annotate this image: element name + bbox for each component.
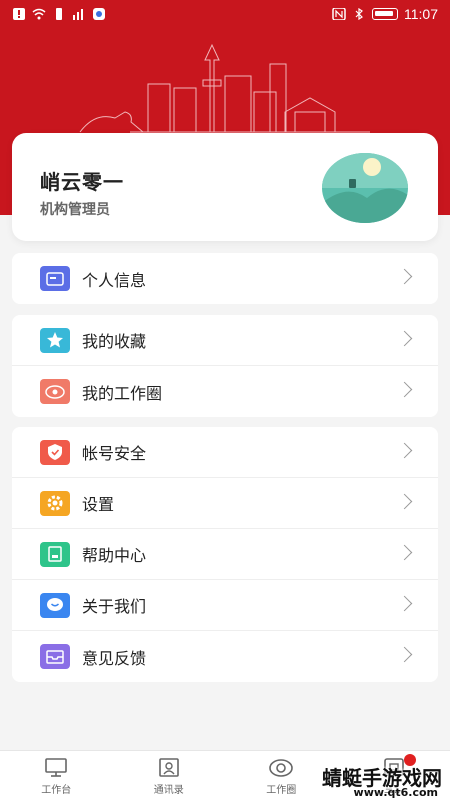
gear-icon: [40, 490, 70, 516]
bluetooth-icon: [352, 7, 366, 21]
menu-item-label: 设置: [82, 495, 115, 514]
profile-role: 机构管理员: [40, 202, 110, 218]
menu-item-label: 我的工作圈: [82, 383, 163, 403]
contacts-icon: [158, 758, 179, 777]
wifi-icon: [32, 8, 46, 20]
menu-group-personal: 个人信息: [12, 253, 438, 304]
menu-group-settings: 帐号安全 设置 帮助中心 关于我们 意见反馈: [12, 427, 438, 682]
chevron-right-icon: [396, 544, 413, 561]
eye-icon: [269, 759, 294, 777]
menu-group-collections: 我的收藏 我的工作圈: [12, 315, 438, 417]
chevron-right-icon: [396, 646, 413, 663]
menu-item-about-us[interactable]: 关于我们: [12, 580, 438, 631]
alert-icon: [12, 8, 26, 20]
star-icon: [40, 327, 70, 353]
chevron-right-icon: [396, 268, 413, 285]
menu-item-label: 我的收藏: [82, 332, 147, 351]
menu-item-help-center[interactable]: 帮助中心: [12, 529, 438, 580]
menu-item-feedback[interactable]: 意见反馈: [12, 631, 438, 682]
status-bar: 11:07: [0, 0, 450, 28]
chevron-right-icon: [396, 595, 413, 612]
menu-item-label: 关于我们: [82, 597, 147, 616]
tab-label: 工作圈: [266, 785, 297, 796]
city-skyline-illustration: [79, 43, 370, 133]
chevron-right-icon: [396, 330, 413, 347]
monitor-icon: [45, 758, 68, 777]
inbox-icon: [40, 644, 70, 669]
menu-item-settings[interactable]: 设置: [12, 478, 438, 529]
avatar[interactable]: [322, 153, 408, 223]
id-card-icon: [40, 266, 70, 291]
signal-icon: [72, 8, 86, 20]
watermark-url: www.qt6.com: [353, 786, 438, 799]
status-time: 11:07: [404, 6, 438, 22]
nfc-icon: [332, 7, 346, 21]
tab-work-circle[interactable]: 工作圈: [225, 751, 338, 800]
eye-icon: [40, 379, 70, 404]
shield-icon: [40, 439, 70, 465]
profile-card[interactable]: 峭云零一 机构管理员: [12, 133, 438, 241]
menu-item-account-security[interactable]: 帐号安全: [12, 427, 438, 478]
menu-item-label: 个人信息: [82, 270, 147, 290]
menu-item-favorites[interactable]: 我的收藏: [12, 315, 438, 366]
app-notification-icon: [92, 8, 106, 20]
menu-item-label: 帮助中心: [82, 546, 147, 565]
chevron-right-icon: [396, 493, 413, 510]
battery-icon: [372, 8, 398, 20]
chat-icon: [40, 592, 70, 618]
tab-label: 工作台: [41, 785, 72, 796]
menu-item-my-work-circle[interactable]: 我的工作圈: [12, 366, 438, 417]
profile-name: 峭云零一: [40, 170, 124, 194]
book-icon: [40, 541, 70, 567]
sim-icon: [52, 8, 66, 20]
tab-workbench[interactable]: 工作台: [0, 751, 113, 800]
chevron-right-icon: [396, 381, 413, 398]
menu-item-label: 帐号安全: [82, 444, 147, 463]
chevron-right-icon: [396, 442, 413, 459]
tab-label: 通讯录: [153, 785, 184, 796]
menu-item-label: 意见反馈: [82, 648, 147, 668]
menu-item-personal-info[interactable]: 个人信息: [12, 253, 438, 304]
tab-contacts[interactable]: 通讯录: [113, 751, 226, 800]
